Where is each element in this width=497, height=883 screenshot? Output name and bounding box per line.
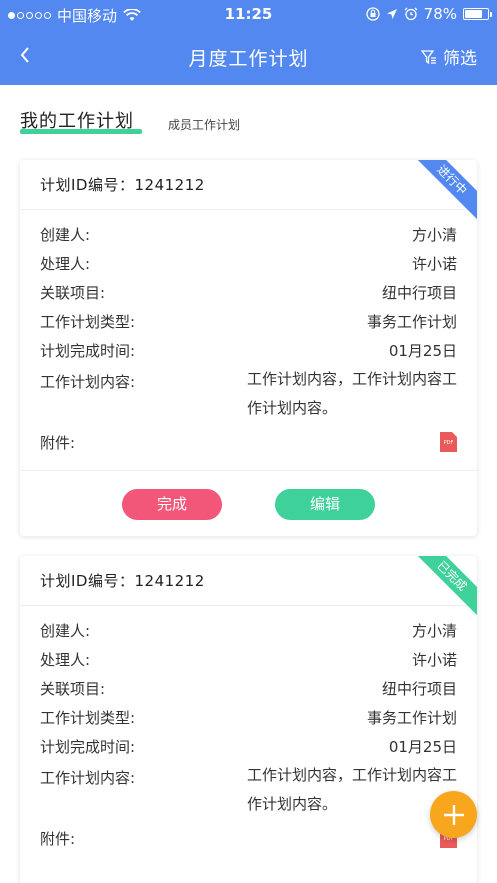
creator-row: 创建人: 方小清 bbox=[40, 616, 457, 645]
due-label: 计划完成时间: bbox=[40, 342, 136, 360]
project-value: 纽中行项目 bbox=[381, 680, 457, 698]
plan-card[interactable]: 进行中 计划ID编号： 1241212 创建人: 方小清 处理人: 许小诺 关联… bbox=[20, 160, 477, 536]
card-details: 创建人: 方小清 处理人: 许小诺 关联项目: 纽中行项目 工作计划类型: 事务… bbox=[20, 606, 477, 857]
due-row: 计划完成时间: 01月25日 bbox=[40, 336, 457, 365]
content-value: 工作计划内容，工作计划内容工作计划内容。 bbox=[247, 766, 458, 813]
card-header: 计划ID编号： 1241212 bbox=[20, 556, 477, 606]
plan-card[interactable]: 已完成 计划ID编号： 1241212 创建人: 方小清 处理人: 许小诺 关联… bbox=[20, 556, 477, 883]
handler-value: 许小诺 bbox=[411, 651, 457, 669]
plan-id-value: 1241212 bbox=[134, 175, 205, 194]
content-value: 工作计划内容，工作计划内容工作计划内容。 bbox=[247, 370, 458, 417]
creator-row: 创建人: 方小清 bbox=[40, 220, 457, 249]
plan-id-label: 计划ID编号： bbox=[40, 572, 135, 590]
filter-button[interactable]: 筛选 bbox=[421, 44, 477, 69]
tab-member-plans[interactable]: 成员工作计划 bbox=[168, 116, 240, 133]
complete-button[interactable]: 完成 bbox=[122, 489, 222, 520]
app-header: 中国移动 11:25 78% 月度工作计划 筛选 bbox=[0, 0, 497, 85]
plus-icon bbox=[443, 804, 464, 825]
card-actions: 完成 编辑 bbox=[20, 470, 477, 536]
type-label: 工作计划类型: bbox=[40, 313, 136, 331]
card-header: 计划ID编号： 1241212 bbox=[20, 160, 477, 210]
handler-label: 处理人: bbox=[40, 651, 91, 669]
attachment-row: 附件: PDF bbox=[40, 423, 457, 461]
tab-my-plans[interactable]: 我的工作计划 bbox=[20, 107, 134, 137]
project-label: 关联项目: bbox=[40, 680, 106, 698]
content-label: 工作计划内容: bbox=[40, 373, 136, 391]
content-label: 工作计划内容: bbox=[40, 769, 136, 787]
type-value: 事务工作计划 bbox=[366, 313, 457, 331]
type-row: 工作计划类型: 事务工作计划 bbox=[40, 307, 457, 336]
status-bar: 中国移动 11:25 78% bbox=[0, 0, 497, 28]
type-label: 工作计划类型: bbox=[40, 709, 136, 727]
creator-label: 创建人: bbox=[40, 226, 91, 244]
handler-label: 处理人: bbox=[40, 255, 91, 273]
battery-icon bbox=[463, 8, 492, 20]
rotation-lock-icon bbox=[366, 7, 380, 21]
attachment-label: 附件: bbox=[40, 829, 76, 848]
type-value: 事务工作计划 bbox=[366, 709, 457, 727]
handler-row: 处理人: 许小诺 bbox=[40, 249, 457, 278]
add-plan-button[interactable] bbox=[430, 791, 477, 838]
project-row: 关联项目: 纽中行项目 bbox=[40, 278, 457, 307]
content-row: 工作计划内容: 工作计划内容，工作计划内容工作计划内容。 bbox=[40, 761, 457, 819]
creator-label: 创建人: bbox=[40, 622, 91, 640]
filter-label: 筛选 bbox=[443, 49, 477, 69]
card-details: 创建人: 方小清 处理人: 许小诺 关联项目: 纽中行项目 工作计划类型: 事务… bbox=[20, 210, 477, 461]
nav-bar: 月度工作计划 筛选 bbox=[0, 28, 497, 85]
content-row: 工作计划内容: 工作计划内容，工作计划内容工作计划内容。 bbox=[40, 365, 457, 423]
handler-value: 许小诺 bbox=[411, 255, 457, 273]
attachment-label: 附件: bbox=[40, 433, 76, 452]
plan-tabs: 我的工作计划 成员工作计划 bbox=[20, 107, 480, 137]
creator-value: 方小清 bbox=[411, 226, 457, 244]
project-label: 关联项目: bbox=[40, 284, 106, 302]
plan-id-label: 计划ID编号： bbox=[40, 176, 135, 194]
edit-button[interactable]: 编辑 bbox=[275, 489, 375, 520]
handler-row: 处理人: 许小诺 bbox=[40, 645, 457, 674]
project-value: 纽中行项目 bbox=[381, 284, 457, 302]
alarm-icon bbox=[404, 7, 418, 21]
attachment-row: 附件: PDF bbox=[40, 819, 457, 857]
due-value: 01月25日 bbox=[388, 738, 457, 756]
pdf-icon[interactable]: PDF bbox=[440, 432, 457, 452]
due-row: 计划完成时间: 01月25日 bbox=[40, 732, 457, 761]
type-row: 工作计划类型: 事务工作计划 bbox=[40, 703, 457, 732]
due-value: 01月25日 bbox=[388, 342, 457, 360]
status-right: 78% bbox=[366, 5, 492, 23]
location-icon bbox=[386, 9, 397, 19]
due-label: 计划完成时间: bbox=[40, 738, 136, 756]
creator-value: 方小清 bbox=[411, 622, 457, 640]
battery-percent: 78% bbox=[423, 5, 457, 23]
plan-id-value: 1241212 bbox=[134, 571, 205, 590]
project-row: 关联项目: 纽中行项目 bbox=[40, 674, 457, 703]
filter-icon bbox=[421, 49, 436, 64]
